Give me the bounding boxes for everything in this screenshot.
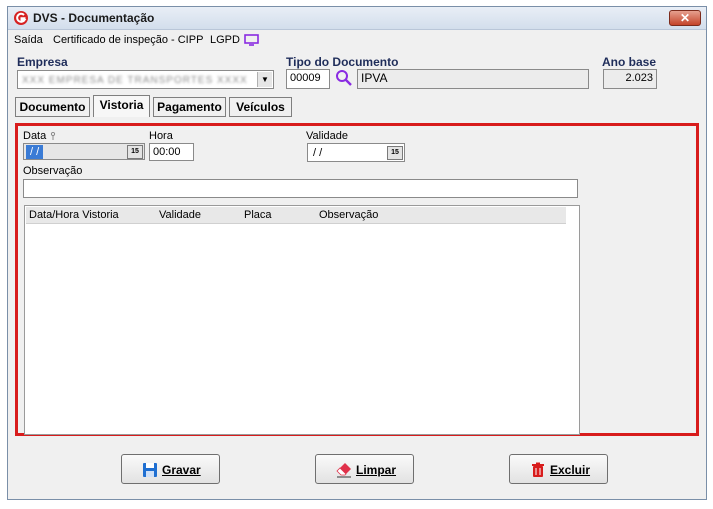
main-window: DVS - Documentação ✕ Saída Certificado d… [7, 6, 707, 500]
window-title: DVS - Documentação [33, 11, 155, 25]
column-header-observacao[interactable]: Observação [319, 209, 378, 221]
limpar-button[interactable]: Limpar [315, 454, 414, 484]
eraser-icon [336, 463, 351, 478]
tipo-documento-label: Tipo do Documento [286, 55, 399, 69]
calendar-icon[interactable]: 15 [387, 146, 403, 160]
calendar-icon[interactable]: 15 [127, 145, 143, 159]
ano-base-field: 2.023 [603, 69, 657, 89]
vistoria-grid[interactable]: Data/Hora Vistoria Validade Placa Observ… [24, 205, 580, 435]
observacao-input[interactable] [23, 179, 578, 198]
data-input[interactable]: / / 15 [23, 143, 145, 160]
menu-item-lgpd[interactable]: LGPD [210, 34, 240, 46]
app-logo-icon [14, 11, 28, 25]
limpar-label: Limpar [356, 463, 397, 477]
empresa-value: XXX EMPRESA DE TRANSPORTES XXXX [22, 75, 248, 86]
tab-veiculos[interactable]: Veículos [229, 97, 292, 117]
observacao-label: Observação [23, 165, 83, 177]
excluir-button[interactable]: Excluir [509, 454, 608, 484]
close-icon: ✕ [679, 11, 691, 25]
tab-vistoria[interactable]: Vistoria [93, 95, 150, 117]
ano-base-label: Ano base [602, 55, 657, 69]
chevron-down-icon[interactable]: ▼ [257, 72, 272, 87]
tab-pagamento[interactable]: Pagamento [153, 97, 226, 117]
tab-documento[interactable]: Documento [15, 97, 90, 117]
data-value: / / [26, 145, 44, 159]
data-label: Data [23, 130, 47, 142]
hora-input[interactable]: 00:00 [149, 143, 194, 161]
gravar-label: Gravar [162, 463, 201, 477]
empresa-label: Empresa [17, 55, 68, 69]
validade-label: Validade [306, 130, 348, 142]
validade-input[interactable]: / / 15 [307, 143, 405, 162]
vistoria-panel: Data / / 15 Hora 00:00 Validade / / 15 O… [15, 123, 699, 436]
tipo-documento-name-field: IPVA [357, 69, 589, 89]
trash-icon [532, 462, 544, 477]
title-bar: DVS - Documentação ✕ [8, 7, 706, 30]
monitor-icon[interactable] [244, 34, 259, 46]
grid-header: Data/Hora Vistoria Validade Placa Observ… [26, 207, 566, 224]
excluir-label: Excluir [550, 463, 591, 477]
empresa-select[interactable]: XXX EMPRESA DE TRANSPORTES XXXX ▼ [17, 70, 274, 89]
validade-value: / / [313, 147, 323, 159]
column-header-validade[interactable]: Validade [159, 209, 201, 221]
column-header-placa[interactable]: Placa [244, 209, 272, 221]
hora-label: Hora [149, 130, 173, 142]
search-icon[interactable] [335, 69, 353, 87]
menu-item-certificado[interactable]: Certificado de inspeção - CIPP [53, 34, 203, 46]
tipo-documento-code-input[interactable]: 00009 [286, 69, 330, 89]
menu-item-saida[interactable]: Saída [14, 34, 43, 46]
column-header-data-hora[interactable]: Data/Hora Vistoria [29, 209, 119, 221]
close-button[interactable]: ✕ [669, 10, 701, 26]
key-icon [50, 132, 56, 140]
gravar-button[interactable]: Gravar [121, 454, 220, 484]
save-icon [143, 463, 157, 477]
